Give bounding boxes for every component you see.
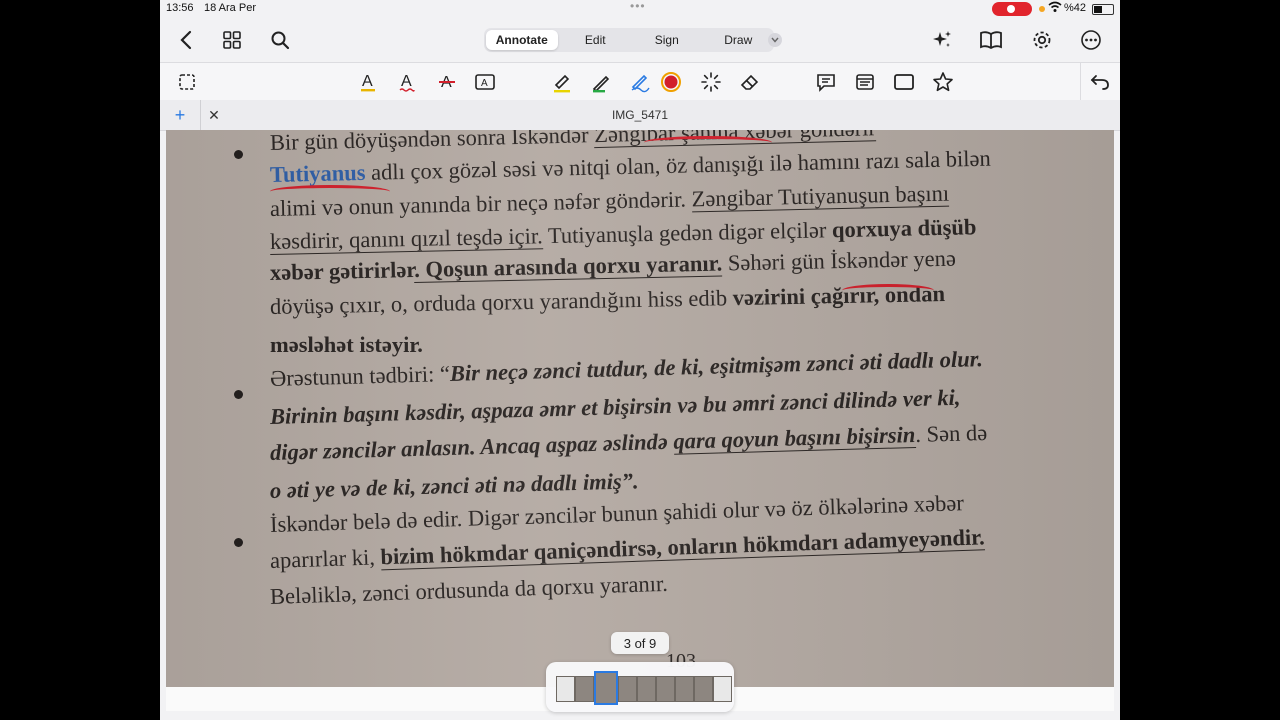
current-page-thumbnail[interactable] <box>594 671 618 705</box>
underlined-quote-text: qara qoyun başını bişirsin <box>673 421 916 455</box>
rectangle-icon[interactable] <box>889 67 919 97</box>
thumbnails-grid-icon[interactable] <box>216 24 248 56</box>
strikethrough-icon[interactable]: A <box>432 67 462 97</box>
note-icon[interactable] <box>850 67 880 97</box>
star-icon[interactable] <box>928 67 958 97</box>
page-thumbnail[interactable] <box>556 676 575 702</box>
text-run: Tutiyanuşla gedən digər elçilər <box>542 217 833 249</box>
back-icon[interactable] <box>170 24 202 56</box>
tab-sign[interactable]: Sign <box>631 28 703 52</box>
document-tab-bar: IMG_5471 + ✕ <box>160 100 1120 131</box>
status-bar: 13:56 18 Ara Per ••• %42 <box>160 0 1120 18</box>
close-icon[interactable]: ✕ <box>204 104 224 126</box>
multitask-dots-icon[interactable]: ••• <box>630 0 646 13</box>
bullet <box>234 150 243 159</box>
bold-text: xəbər gətirirlər <box>269 256 415 285</box>
page-thumbnail[interactable] <box>713 676 732 702</box>
text-line: döyüşə çıxır, o, orduda qorxu yarandığın… <box>270 281 945 320</box>
text-run: Ərəstunun tədbiri: “ <box>269 360 451 391</box>
mic-indicator-icon <box>1039 6 1045 12</box>
search-icon[interactable] <box>264 24 296 56</box>
color-picker-icon[interactable] <box>656 67 686 97</box>
quote-text: digər zəncilər anlasın. Ancaq aşpaz əsli… <box>269 428 674 465</box>
app-screen: 13:56 18 Ara Per ••• %42 Annotate Edit S… <box>160 0 1120 720</box>
pencil-icon[interactable] <box>625 67 655 97</box>
bold-text: qorxuya düşüb <box>831 214 977 243</box>
quote-text: o əti ye və de ki, zənci əti nə dadlı im… <box>269 468 639 503</box>
page-thumbnail[interactable] <box>694 676 713 702</box>
tab-edit[interactable]: Edit <box>560 28 632 52</box>
more-icon[interactable] <box>1075 24 1107 56</box>
highlighted-name: Tutiyanus <box>269 159 366 187</box>
add-tab-icon[interactable]: + <box>168 104 192 126</box>
select-icon[interactable] <box>172 67 202 97</box>
text-run: döyüşə çıxır, o, orduda qorxu yarandığın… <box>269 285 733 319</box>
text-run: Beləliklə, zənci ordusunda da qorxu yara… <box>269 570 669 609</box>
thumbnail-strip[interactable] <box>546 662 734 712</box>
page-thumbnail[interactable] <box>656 676 675 702</box>
svg-text:A: A <box>401 73 412 90</box>
document-page[interactable]: Bir gün döyüşəndən sonra İskəndər Zəngib… <box>166 130 1114 687</box>
svg-text:A: A <box>362 73 373 90</box>
chevron-down-icon[interactable] <box>768 33 782 47</box>
gear-icon[interactable] <box>1026 24 1058 56</box>
page-thumbnail[interactable] <box>618 676 637 702</box>
text-line: məsləhət istəyir. <box>270 332 423 358</box>
tab-divider <box>200 100 201 130</box>
text-run: adlı çox gözəl səsi və nitqi olan, öz da… <box>365 145 992 185</box>
bold-text: məsləhət istəyir. <box>270 332 423 357</box>
undo-icon[interactable] <box>1085 67 1115 97</box>
battery-icon <box>1092 4 1114 15</box>
red-ink-underline <box>842 284 934 297</box>
red-ink-underline <box>644 136 772 149</box>
highlighter-icon[interactable] <box>547 67 577 97</box>
sparkles-icon[interactable] <box>926 24 958 56</box>
tab-draw[interactable]: Draw <box>703 28 775 52</box>
battery-fill <box>1094 6 1102 13</box>
wifi-icon <box>1048 1 1062 16</box>
mode-segmented-control: Annotate Edit Sign Draw <box>484 28 774 52</box>
record-dot-icon <box>1007 5 1015 13</box>
top-toolbar: Annotate Edit Sign Draw <box>160 18 1120 62</box>
status-date: 18 Ara Per <box>204 2 256 14</box>
quote-text: Birinin başını kəsdir, aşpaza əmr et biş… <box>269 384 961 429</box>
text-line: o əti ye və de ki, zənci əti nə dadlı im… <box>270 468 639 504</box>
book-icon[interactable] <box>975 24 1007 56</box>
toolbar-divider <box>1080 63 1081 101</box>
status-time: 13:56 <box>166 2 194 14</box>
page-thumbnail[interactable] <box>675 676 694 702</box>
page-thumbnail[interactable] <box>637 676 656 702</box>
text-underline-icon[interactable]: A <box>353 67 383 97</box>
laser-icon[interactable] <box>696 67 726 97</box>
document-title: IMG_5471 <box>611 108 669 122</box>
underlined-text: Zəngibar Tutiyanuşun başını <box>691 180 950 213</box>
text-run: aparırlar ki, <box>269 544 381 573</box>
text-run: . Sən də <box>914 419 988 447</box>
pen-icon[interactable] <box>586 67 616 97</box>
text-box-icon[interactable]: A <box>470 67 500 97</box>
quote-text: Bir neçə zənci tutdur, de ki, eşitmişəm … <box>449 346 984 386</box>
battery-percentage: %42 <box>1064 2 1087 14</box>
eraser-icon[interactable] <box>735 67 765 97</box>
screen-recording-indicator[interactable] <box>992 2 1032 16</box>
bullet <box>234 538 243 547</box>
tab-annotate[interactable]: Annotate <box>486 30 558 50</box>
underlined-bold-text: . Qoşun arasında qorxu yaranır. <box>414 250 723 283</box>
bullet <box>234 390 243 399</box>
text-line: Beləliklə, zənci ordusunda da qorxu yara… <box>270 571 669 610</box>
underlined-text: kəsdirir, qanını qızıl teşdə içir. <box>269 223 543 255</box>
text-run: Bir gün döyüşəndən sonra İskəndər <box>269 130 595 155</box>
svg-text:A: A <box>481 78 488 89</box>
page-indicator: 3 of 9 <box>611 632 669 654</box>
text-squiggle-icon[interactable]: A <box>392 67 422 97</box>
comment-icon[interactable] <box>811 67 841 97</box>
page-thumbnail[interactable] <box>575 676 594 702</box>
annotation-toolbar: A A A A <box>160 62 1120 102</box>
text-run: Səhəri gün İskəndər yenə <box>721 245 957 276</box>
